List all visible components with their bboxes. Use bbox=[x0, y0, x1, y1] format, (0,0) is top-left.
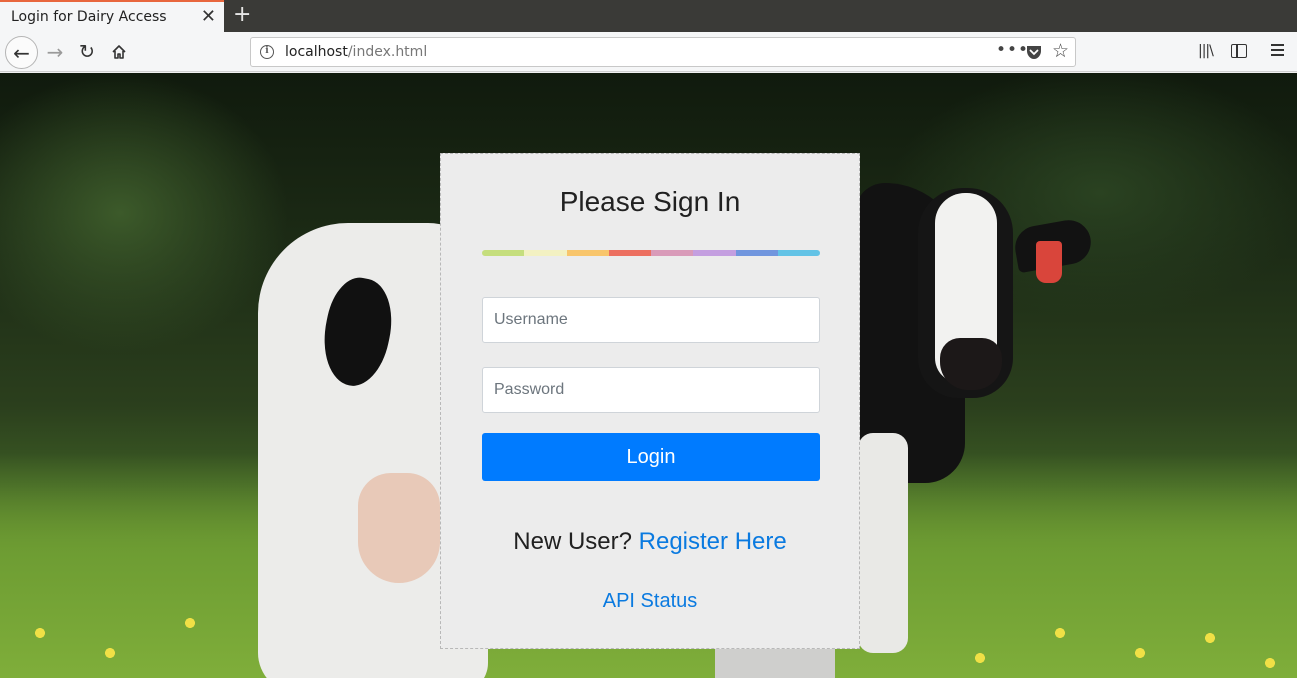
back-button[interactable]: ← bbox=[5, 36, 38, 69]
cow-leg bbox=[858, 433, 908, 653]
reload-button[interactable]: ↻ bbox=[75, 39, 99, 65]
url-text[interactable]: localhost/index.html bbox=[285, 44, 427, 60]
home-button[interactable] bbox=[107, 39, 131, 65]
login-button[interactable]: Login bbox=[482, 433, 820, 481]
pocket-icon[interactable] bbox=[1026, 45, 1042, 60]
home-icon bbox=[112, 45, 126, 59]
register-link[interactable]: Register Here bbox=[639, 528, 787, 555]
hamburger-menu-icon[interactable] bbox=[1271, 44, 1284, 57]
tab-close-icon[interactable]: ✕ bbox=[201, 7, 216, 27]
library-icon[interactable]: |||\ bbox=[1198, 43, 1214, 59]
url-host: localhost bbox=[285, 44, 348, 60]
rainbow-segment bbox=[693, 250, 736, 256]
rainbow-divider bbox=[482, 250, 820, 256]
navigation-toolbar: ← → ↻ i localhost/index.html ••• ☆ |||\ bbox=[0, 32, 1297, 72]
new-user-text: New User? bbox=[513, 528, 632, 555]
rainbow-segment bbox=[608, 250, 651, 256]
reload-icon: ↻ bbox=[79, 41, 95, 63]
rainbow-segment bbox=[566, 250, 609, 256]
arrow-right-icon: → bbox=[46, 40, 64, 64]
api-status-link[interactable]: API Status bbox=[603, 590, 698, 612]
arrow-left-icon: ← bbox=[13, 40, 30, 65]
login-card: Please Sign In Login New User? Register … bbox=[440, 153, 860, 649]
username-input[interactable] bbox=[482, 297, 820, 343]
url-path: /index.html bbox=[347, 44, 428, 60]
page-viewport: Please Sign In Login New User? Register … bbox=[0, 73, 1297, 678]
api-status-row: API Status bbox=[441, 590, 859, 613]
info-icon[interactable]: i bbox=[260, 45, 274, 59]
star-icon[interactable]: ☆ bbox=[1052, 40, 1069, 62]
tab-title: Login for Dairy Access bbox=[11, 9, 167, 25]
rainbow-segment bbox=[524, 250, 567, 256]
new-tab-icon[interactable]: + bbox=[233, 2, 251, 28]
password-input[interactable] bbox=[482, 367, 820, 413]
cow-nose bbox=[940, 338, 1002, 390]
cow-udder bbox=[358, 473, 440, 583]
rainbow-segment bbox=[482, 250, 525, 256]
rainbow-segment bbox=[735, 250, 778, 256]
cow-ear-tag bbox=[1036, 241, 1062, 283]
page-title: Please Sign In bbox=[559, 186, 741, 217]
tab-strip: Login for Dairy Access ✕ + bbox=[0, 0, 1297, 32]
register-prompt: New User? Register Here bbox=[441, 528, 859, 556]
rainbow-segment bbox=[651, 250, 694, 256]
tab-active[interactable]: Login for Dairy Access ✕ bbox=[0, 0, 224, 32]
address-bar[interactable]: i localhost/index.html ••• ☆ bbox=[250, 37, 1076, 67]
rainbow-segment bbox=[777, 250, 820, 256]
sidebar-icon[interactable] bbox=[1231, 44, 1247, 58]
page-actions-icon[interactable]: ••• bbox=[996, 40, 1029, 60]
forward-button[interactable]: → bbox=[43, 39, 67, 65]
